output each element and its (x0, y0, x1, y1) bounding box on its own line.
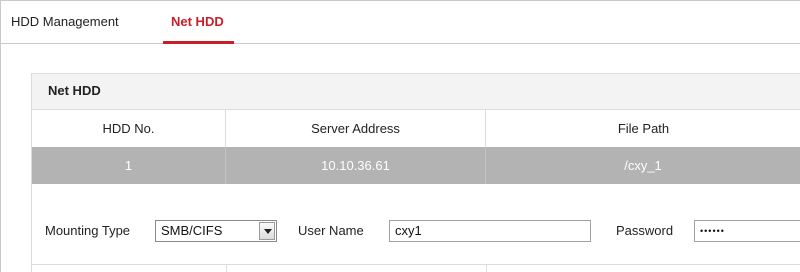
password-input[interactable]: •••••• (694, 220, 800, 242)
user-name-input[interactable]: cxy1 (389, 220, 591, 242)
column-header-hdd-no[interactable]: HDD No. (32, 110, 226, 148)
cell-hdd-no: 1 (32, 147, 226, 184)
page-border (0, 44, 1, 272)
cell-file-path: /cxy_1 (486, 147, 800, 184)
column-divider (226, 265, 227, 272)
mounting-type-value: SMB/CIFS (161, 223, 223, 238)
password-label: Password (616, 223, 674, 238)
column-header-file-path[interactable]: File Path (486, 110, 800, 148)
chevron-down-icon[interactable] (259, 222, 275, 240)
tab-hdd-management[interactable]: HDD Management (11, 1, 119, 44)
cell-server-address: 10.10.36.61 (226, 147, 486, 184)
tab-net-hdd[interactable]: Net HDD (163, 1, 234, 44)
section-title: Net HDD (48, 83, 101, 98)
mounting-type-label: Mounting Type (45, 223, 131, 238)
column-divider (486, 265, 487, 272)
section-header: Net HDD (31, 73, 800, 109)
table-row (31, 264, 800, 272)
table-header: HDD No. Server Address File Path (31, 109, 800, 148)
tab-bar: HDD Management Net HDD (0, 0, 800, 44)
password-value: •••••• (700, 226, 725, 236)
mounting-type-select[interactable]: SMB/CIFS (155, 220, 277, 242)
table-row[interactable]: 1 10.10.36.61 /cxy_1 (31, 147, 800, 184)
column-header-server-address[interactable]: Server Address (226, 110, 486, 148)
user-name-label: User Name (298, 223, 364, 238)
